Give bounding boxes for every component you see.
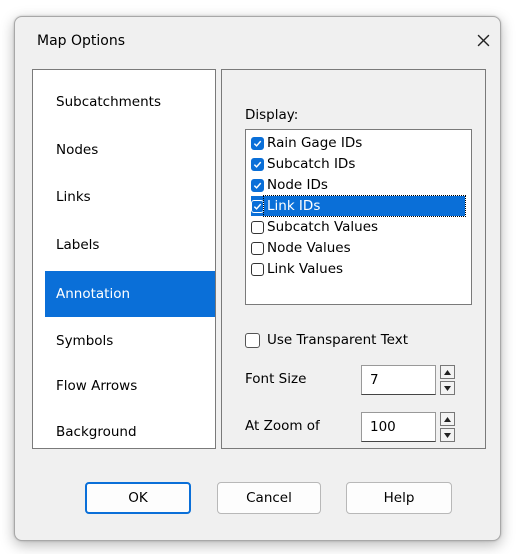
dialog-title: Map Options (37, 33, 126, 49)
nav-item-nodes[interactable]: Nodes (45, 128, 215, 172)
checkbox-unchecked-icon[interactable] (251, 262, 264, 276)
checkbox-checked-icon[interactable] (251, 199, 264, 213)
nav-item-annotation[interactable]: Annotation (45, 271, 215, 317)
checkbox-checked-icon[interactable] (251, 136, 264, 150)
display-option-node-ids[interactable]: Node IDs (251, 175, 331, 195)
zoom-label: At Zoom of (245, 418, 320, 434)
zoom-spinner (440, 412, 455, 442)
transparent-text-label: Use Transparent Text (267, 332, 409, 348)
ok-button[interactable]: OK (85, 482, 191, 514)
arrow-up-icon (444, 416, 451, 422)
font-size-input[interactable]: 7 (361, 365, 436, 395)
nav-item-symbols[interactable]: Symbols (45, 319, 215, 363)
title-bar[interactable]: Map Options (15, 17, 500, 63)
display-label: Display: (245, 107, 299, 123)
transparent-text-checkbox[interactable] (245, 332, 260, 348)
display-option-subcatch-ids[interactable]: Subcatch IDs (251, 154, 358, 174)
display-option-rain-gage-ids[interactable]: Rain Gage IDs (251, 133, 365, 153)
display-option-node-values[interactable]: Node Values (251, 238, 354, 258)
font-size-spinner (440, 365, 455, 395)
nav-item-background[interactable]: Background (45, 410, 215, 454)
checkbox-checked-icon[interactable] (251, 178, 264, 192)
checkbox-checked-icon[interactable] (251, 157, 264, 171)
nav-item-flow-arrows[interactable]: Flow Arrows (45, 364, 215, 408)
cancel-button[interactable]: Cancel (217, 482, 321, 514)
font-size-up-button[interactable] (440, 365, 455, 379)
annotation-panel: Display: Rain Gage IDs Subcatch IDs Node… (221, 69, 486, 449)
display-checklist[interactable]: Rain Gage IDs Subcatch IDs Node IDs Link… (245, 129, 472, 305)
zoom-down-button[interactable] (440, 428, 455, 442)
display-option-link-values[interactable]: Link Values (251, 259, 346, 279)
nav-item-labels[interactable]: Labels (45, 223, 215, 267)
transparent-text-option[interactable]: Use Transparent Text (245, 332, 408, 348)
nav-item-subcatchments[interactable]: Subcatchments (45, 80, 215, 124)
checkbox-unchecked-icon[interactable] (251, 220, 264, 234)
zoom-input[interactable]: 100 (361, 412, 436, 442)
close-button[interactable] (470, 27, 496, 53)
close-icon (477, 34, 489, 46)
display-option-link-ids[interactable]: Link IDs (251, 195, 466, 217)
font-size-down-button[interactable] (440, 381, 455, 395)
options-nav-list: Subcatchments Nodes Links Labels Annotat… (32, 69, 216, 449)
checkbox-unchecked-icon[interactable] (251, 241, 264, 255)
zoom-up-button[interactable] (440, 412, 455, 426)
arrow-up-icon (444, 369, 451, 375)
font-size-label: Font Size (245, 371, 307, 387)
help-button[interactable]: Help (346, 482, 452, 514)
nav-item-links[interactable]: Links (45, 175, 215, 219)
display-option-subcatch-values[interactable]: Subcatch Values (251, 217, 381, 237)
arrow-down-icon (444, 432, 451, 438)
map-options-dialog: Map Options Subcatchments Nodes Links La… (14, 16, 501, 541)
arrow-down-icon (444, 385, 451, 391)
